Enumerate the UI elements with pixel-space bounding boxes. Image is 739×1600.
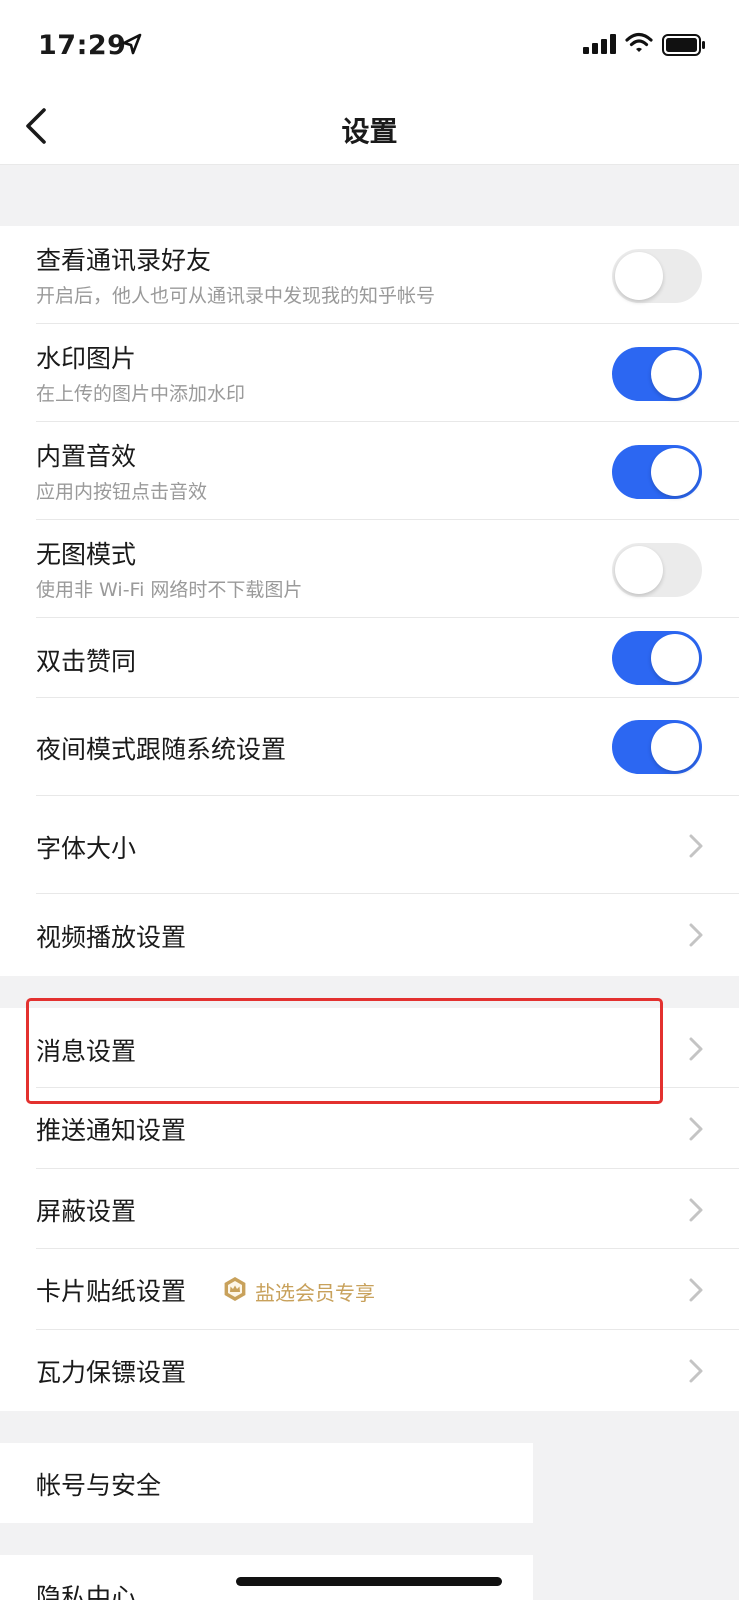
setting-title: 推送通知设置 [36,1116,187,1145]
toggle-knob [651,634,699,682]
setting-row-sound-effects[interactable]: 内置音效 应用内按钮点击音效 [0,422,739,520]
setting-row-double-tap-upvote[interactable]: 双击赞同 [0,618,739,698]
crown-badge-icon [224,1277,246,1301]
membership-badge-text: 盐选会员专享 [255,1281,375,1305]
chevron-right-icon [689,1198,703,1222]
setting-row-wali-bodyguard[interactable]: 瓦力保镖设置 [0,1330,739,1411]
setting-subtitle: 使用非 Wi-Fi 网络时不下载图片 [36,579,303,601]
setting-title: 瓦力保镖设置 [36,1358,187,1387]
setting-title: 夜间模式跟随系统设置 [36,735,287,764]
toggle-knob [651,448,699,496]
setting-title: 视频播放设置 [36,923,187,952]
setting-subtitle: 应用内按钮点击音效 [36,481,208,503]
setting-title: 无图模式 [36,540,137,569]
setting-title: 帐号与安全 [36,1471,162,1500]
setting-subtitle: 开启后，他人也可从通讯录中发现我的知乎帐号 [36,285,436,307]
toggle-knob [651,350,699,398]
toggle-switch-no-image-mode[interactable] [612,543,702,597]
setting-row-card-sticker[interactable]: 卡片贴纸设置 盐选会员专享 [0,1249,739,1330]
chevron-right-icon [689,1037,703,1061]
toggle-knob [615,252,663,300]
toggle-knob [651,723,699,771]
page-title: 设置 [341,115,398,148]
setting-row-watermark[interactable]: 水印图片 在上传的图片中添加水印 [0,324,739,422]
status-time: 17:29 [38,30,127,61]
chevron-right-icon [689,923,703,947]
setting-row-contacts-friends[interactable]: 查看通讯录好友 开启后，他人也可从通讯录中发现我的知乎帐号 [0,226,739,324]
home-indicator[interactable] [236,1577,502,1586]
setting-title: 内置音效 [36,442,137,471]
status-bar: 17:29 [0,0,739,90]
toggle-switch-contacts-friends[interactable] [612,249,702,303]
setting-subtitle: 在上传的图片中添加水印 [36,383,246,405]
setting-title: 双击赞同 [36,647,137,676]
chevron-right-icon [689,1359,703,1383]
setting-row-account-security[interactable]: 帐号与安全 [0,1443,533,1523]
setting-row-video-playback[interactable]: 视频播放设置 [0,894,739,976]
wifi-icon [625,32,653,52]
setting-row-block-settings[interactable]: 屏蔽设置 [0,1169,739,1249]
toggle-switch-double-tap-upvote[interactable] [612,631,702,685]
setting-row-font-size[interactable]: 字体大小 [0,796,739,894]
cellular-signal-icon [583,34,616,54]
setting-title: 隐私中心 [36,1583,137,1600]
settings-group-account: 帐号与安全 [0,1443,533,1523]
settings-group-general: 查看通讯录好友 开启后，他人也可从通讯录中发现我的知乎帐号 水印图片 在上传的图… [0,226,739,976]
chevron-right-icon [689,1117,703,1141]
nav-bar: 设置 [0,90,739,165]
setting-row-night-mode-follow-system[interactable]: 夜间模式跟随系统设置 [0,698,739,796]
setting-row-no-image-mode[interactable]: 无图模式 使用非 Wi-Fi 网络时不下载图片 [0,520,739,618]
location-arrow-icon [122,33,142,55]
toggle-knob [615,546,663,594]
setting-title: 卡片贴纸设置 [36,1277,187,1306]
toggle-switch-watermark[interactable] [612,347,702,401]
setting-title: 屏蔽设置 [36,1197,137,1226]
setting-title: 字体大小 [36,834,137,863]
chevron-right-icon [689,1278,703,1302]
toggle-switch-night-mode[interactable] [612,720,702,774]
highlight-box [26,998,663,1104]
setting-title: 水印图片 [36,344,137,373]
battery-icon [662,34,705,56]
setting-title: 查看通讯录好友 [36,246,212,275]
chevron-right-icon [689,834,703,858]
toggle-switch-sound-effects[interactable] [612,445,702,499]
